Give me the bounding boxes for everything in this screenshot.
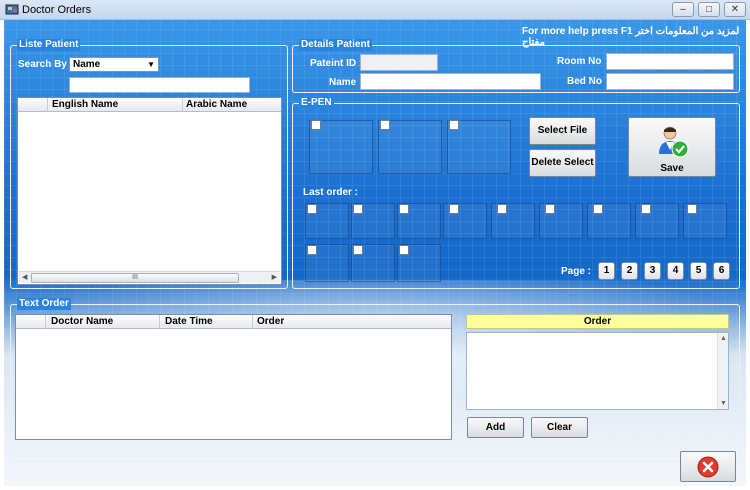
- last-order-checkbox[interactable]: [353, 204, 363, 214]
- epen-image-checkbox[interactable]: [449, 120, 459, 130]
- close-window-button[interactable]: ✕: [724, 2, 746, 17]
- clear-button[interactable]: Clear: [531, 417, 588, 438]
- patient-id-label: Pateint ID :: [310, 58, 363, 69]
- last-order-checkbox[interactable]: [399, 204, 409, 214]
- add-button[interactable]: Add: [467, 417, 524, 438]
- chevron-down-icon: ▼: [147, 60, 155, 69]
- epen-image-checkbox[interactable]: [311, 120, 321, 130]
- bed-no-label: Bed No: [567, 76, 602, 87]
- name-field[interactable]: [360, 73, 541, 90]
- column-order[interactable]: Order: [257, 316, 284, 327]
- scroll-left-icon[interactable]: ◀: [22, 272, 27, 284]
- patient-list-grid[interactable]: English Name Arabic Name ◀ III ▶: [17, 97, 282, 285]
- close-circle-icon: [697, 456, 719, 478]
- column-arabic-name[interactable]: Arabic Name: [186, 99, 247, 110]
- text-order-legend: Text Order: [17, 298, 71, 310]
- column-date-time[interactable]: Date Time: [165, 316, 213, 327]
- page-button-5[interactable]: 5: [690, 262, 707, 280]
- name-label: Name :: [329, 77, 363, 88]
- last-order-checkbox[interactable]: [687, 204, 697, 214]
- order-history-header: Doctor Name Date Time Order: [16, 315, 451, 329]
- app-icon: [5, 4, 19, 15]
- last-order-checkbox[interactable]: [593, 204, 603, 214]
- scroll-thumb[interactable]: III: [31, 273, 239, 283]
- epen-legend: E-PEN: [299, 97, 334, 109]
- liste-patient-legend: Liste Patient: [17, 39, 81, 51]
- last-order-checkbox[interactable]: [641, 204, 651, 214]
- last-order-checkbox[interactable]: [449, 204, 459, 214]
- details-patient-legend: Details Patient: [299, 39, 372, 51]
- room-no-label: Room No: [557, 56, 602, 67]
- order-textarea-vscrollbar[interactable]: ▲ ▼: [717, 333, 728, 409]
- epen-group: E-PEN Select File Delete Select Save Las…: [292, 97, 740, 289]
- page-button-3[interactable]: 3: [644, 262, 661, 280]
- search-by-select[interactable]: Name ▼: [69, 57, 159, 72]
- maximize-button[interactable]: □: [698, 2, 720, 17]
- window-title: Doctor Orders: [22, 4, 92, 16]
- page-button-2[interactable]: 2: [621, 262, 638, 280]
- last-order-checkbox[interactable]: [307, 245, 317, 255]
- scroll-down-icon[interactable]: ▼: [720, 400, 727, 407]
- save-label: Save: [660, 163, 684, 174]
- page-button-4[interactable]: 4: [667, 262, 684, 280]
- scroll-right-icon[interactable]: ▶: [272, 272, 277, 284]
- last-order-checkbox[interactable]: [353, 245, 363, 255]
- search-input[interactable]: [69, 77, 250, 93]
- bed-no-field[interactable]: [606, 73, 734, 90]
- order-textarea[interactable]: ▲ ▼: [466, 332, 729, 410]
- last-order-checkbox[interactable]: [399, 245, 409, 255]
- scroll-up-icon[interactable]: ▲: [720, 335, 727, 342]
- page-button-1[interactable]: 1: [598, 262, 615, 280]
- liste-patient-group: Liste Patient Search By : Name ▼ English…: [10, 39, 288, 289]
- select-file-button[interactable]: Select File: [529, 117, 596, 145]
- last-order-checkbox[interactable]: [545, 204, 555, 214]
- last-order-checkbox[interactable]: [307, 204, 317, 214]
- delete-select-button[interactable]: Delete Select: [529, 149, 596, 177]
- page-button-6[interactable]: 6: [713, 262, 730, 280]
- column-doctor-name[interactable]: Doctor Name: [51, 316, 113, 327]
- page-label: Page :: [561, 266, 592, 277]
- column-english-name[interactable]: English Name: [52, 99, 118, 110]
- search-by-value: Name: [73, 59, 101, 70]
- minimize-button[interactable]: –: [672, 2, 694, 17]
- patient-id-field: [360, 54, 438, 71]
- text-order-group: Text Order Doctor Name Date Time Order O…: [10, 298, 740, 462]
- save-button[interactable]: Save: [628, 117, 716, 177]
- title-bar: Doctor Orders – □ ✕: [0, 0, 750, 20]
- order-text-header: Order: [466, 314, 729, 329]
- order-history-grid[interactable]: Doctor Name Date Time Order: [15, 314, 452, 440]
- doctor-save-icon: [659, 126, 689, 158]
- exit-button[interactable]: [680, 451, 736, 482]
- patient-list-header: English Name Arabic Name: [18, 98, 281, 112]
- last-order-label: Last order :: [303, 187, 359, 198]
- room-no-field[interactable]: [606, 53, 734, 70]
- details-patient-group: Details Patient Pateint ID : Name : Room…: [292, 39, 740, 93]
- patient-list-hscrollbar[interactable]: ◀ III ▶: [19, 271, 280, 283]
- epen-image-checkbox[interactable]: [380, 120, 390, 130]
- search-by-label: Search By :: [18, 59, 74, 70]
- form-body: For more help press F1 لمزيد من المعلوما…: [4, 20, 746, 486]
- last-order-checkbox[interactable]: [497, 204, 507, 214]
